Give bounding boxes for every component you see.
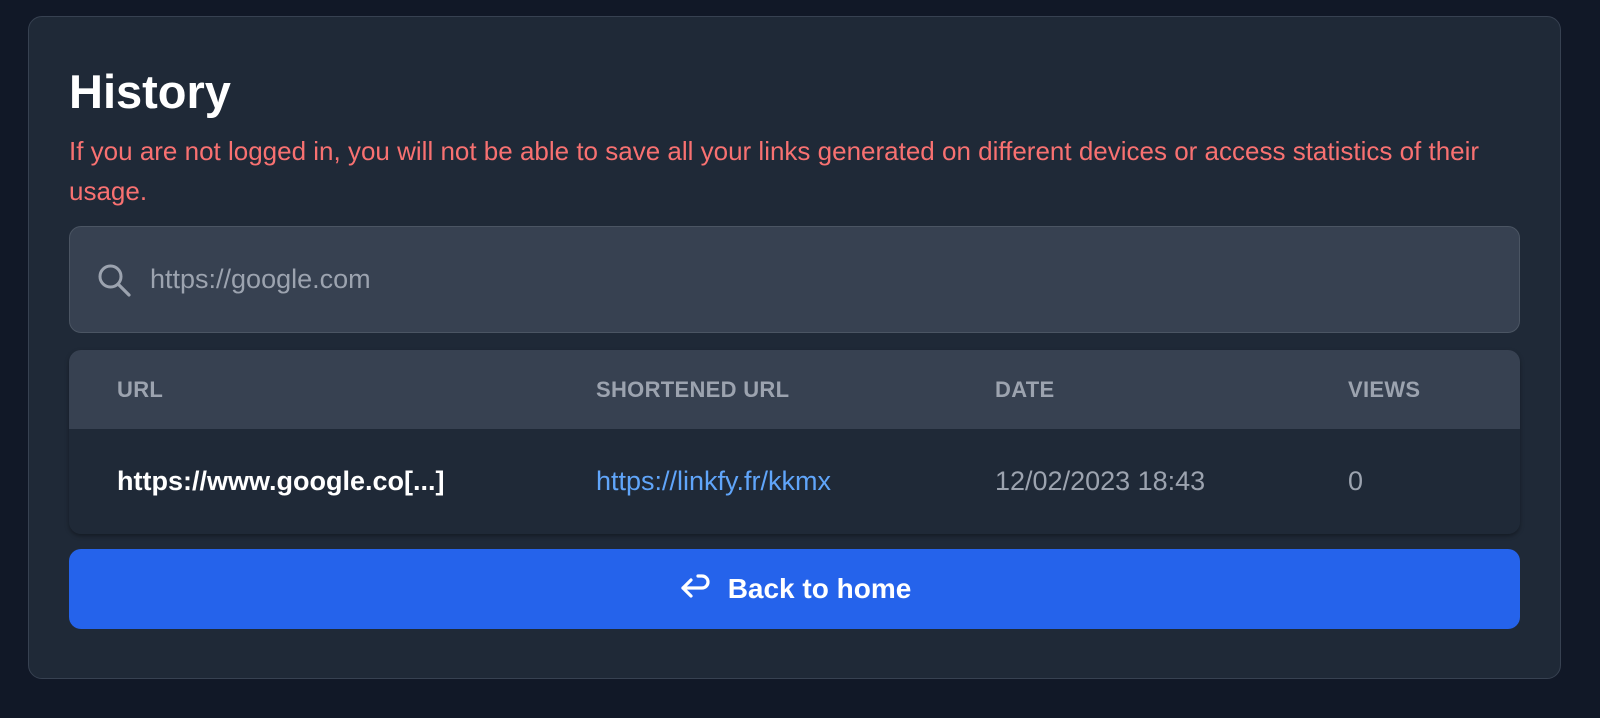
back-to-home-label: Back to home bbox=[727, 573, 912, 604]
return-arrow-icon bbox=[678, 574, 712, 604]
history-card: History If you are not logged in, you wi… bbox=[28, 16, 1561, 679]
date-cell: 12/02/2023 18:43 bbox=[995, 466, 1206, 496]
back-to-home-button[interactable]: Back to home bbox=[69, 549, 1520, 629]
original-url-cell: https://www.google.co[...] bbox=[117, 466, 445, 496]
page-title: History bbox=[69, 65, 231, 118]
column-header-url: URL bbox=[117, 377, 164, 402]
views-cell: 0 bbox=[1348, 466, 1364, 496]
table-row: https://www.google.co[...] https://linkf… bbox=[69, 429, 1520, 534]
column-header-views: VIEWS bbox=[1348, 377, 1421, 402]
column-header-shortened-url: SHORTENED URL bbox=[596, 377, 790, 402]
search-bar bbox=[69, 226, 1520, 333]
search-icon bbox=[96, 262, 132, 298]
shortened-url-link[interactable]: https://linkfy.fr/kkmx bbox=[596, 429, 831, 533]
search-input[interactable] bbox=[150, 227, 1490, 331]
login-warning: If you are not logged in, you will not b… bbox=[69, 136, 1480, 206]
history-table: URL SHORTENED URL DATE VIEWS https://www… bbox=[69, 350, 1520, 534]
column-header-date: DATE bbox=[995, 377, 1055, 402]
table-header: URL SHORTENED URL DATE VIEWS bbox=[69, 350, 1520, 429]
